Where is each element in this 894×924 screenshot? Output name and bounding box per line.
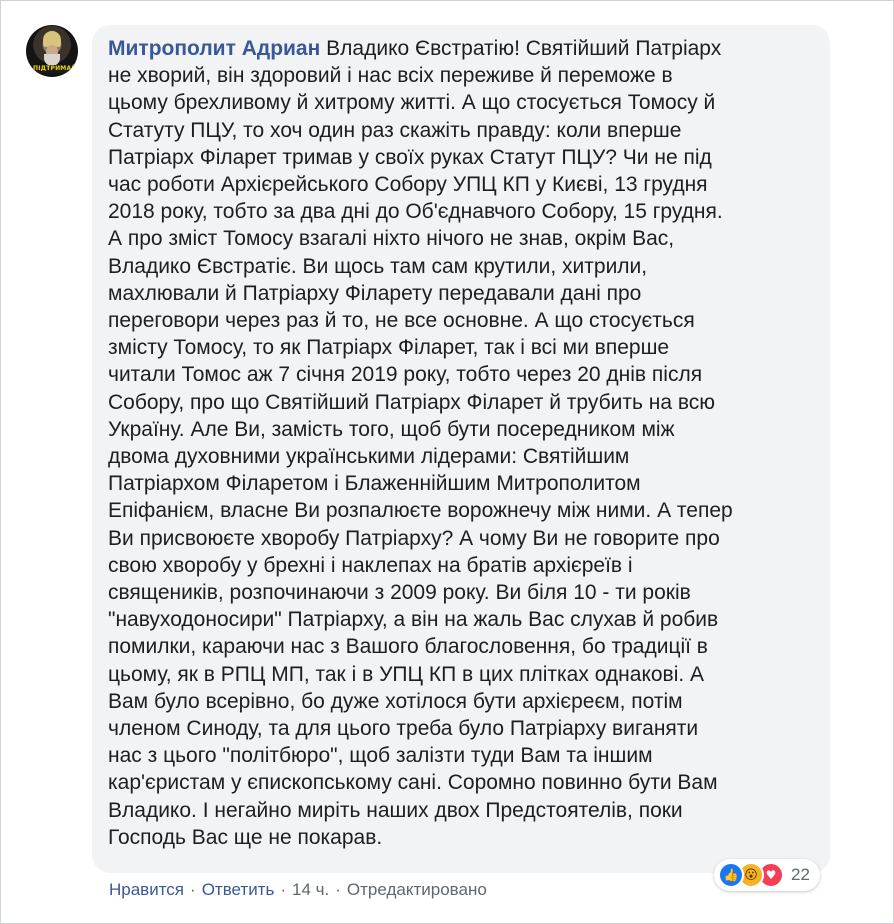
edited-label[interactable]: Отредактировано <box>347 880 487 900</box>
reactions-summary[interactable]: 👍 😮 ♥ 22 <box>714 859 820 891</box>
reply-button[interactable]: Ответить <box>202 880 275 900</box>
like-icon: 👍 <box>718 862 744 888</box>
reaction-count: 22 <box>791 865 810 884</box>
comment-text: Владико Євстратію! Святійший Патріарх не… <box>108 37 733 849</box>
separator-dot: · <box>335 880 341 899</box>
comment-frame: ПІДТРИМАЙ Митрополит Адриан Владико Євст… <box>0 0 894 924</box>
author-link[interactable]: Митрополит Адриан <box>108 37 320 60</box>
separator-dot: · <box>190 880 196 899</box>
avatar[interactable]: ПІДТРИМАЙ <box>26 25 78 77</box>
comment-actions: Нравится · Ответить · 14 ч. · Отредактир… <box>109 877 487 903</box>
avatar-label: ПІДТРИМАЙ <box>33 65 77 73</box>
comment-bubble: Митрополит Адриан Владико Євстратію! Свя… <box>92 25 830 873</box>
separator-dot: · <box>280 880 287 899</box>
comment-body: Митрополит Адриан Владико Євстратію! Свя… <box>108 35 814 851</box>
timestamp[interactable]: 14 ч. <box>292 880 329 900</box>
like-button[interactable]: Нравится <box>109 880 184 900</box>
